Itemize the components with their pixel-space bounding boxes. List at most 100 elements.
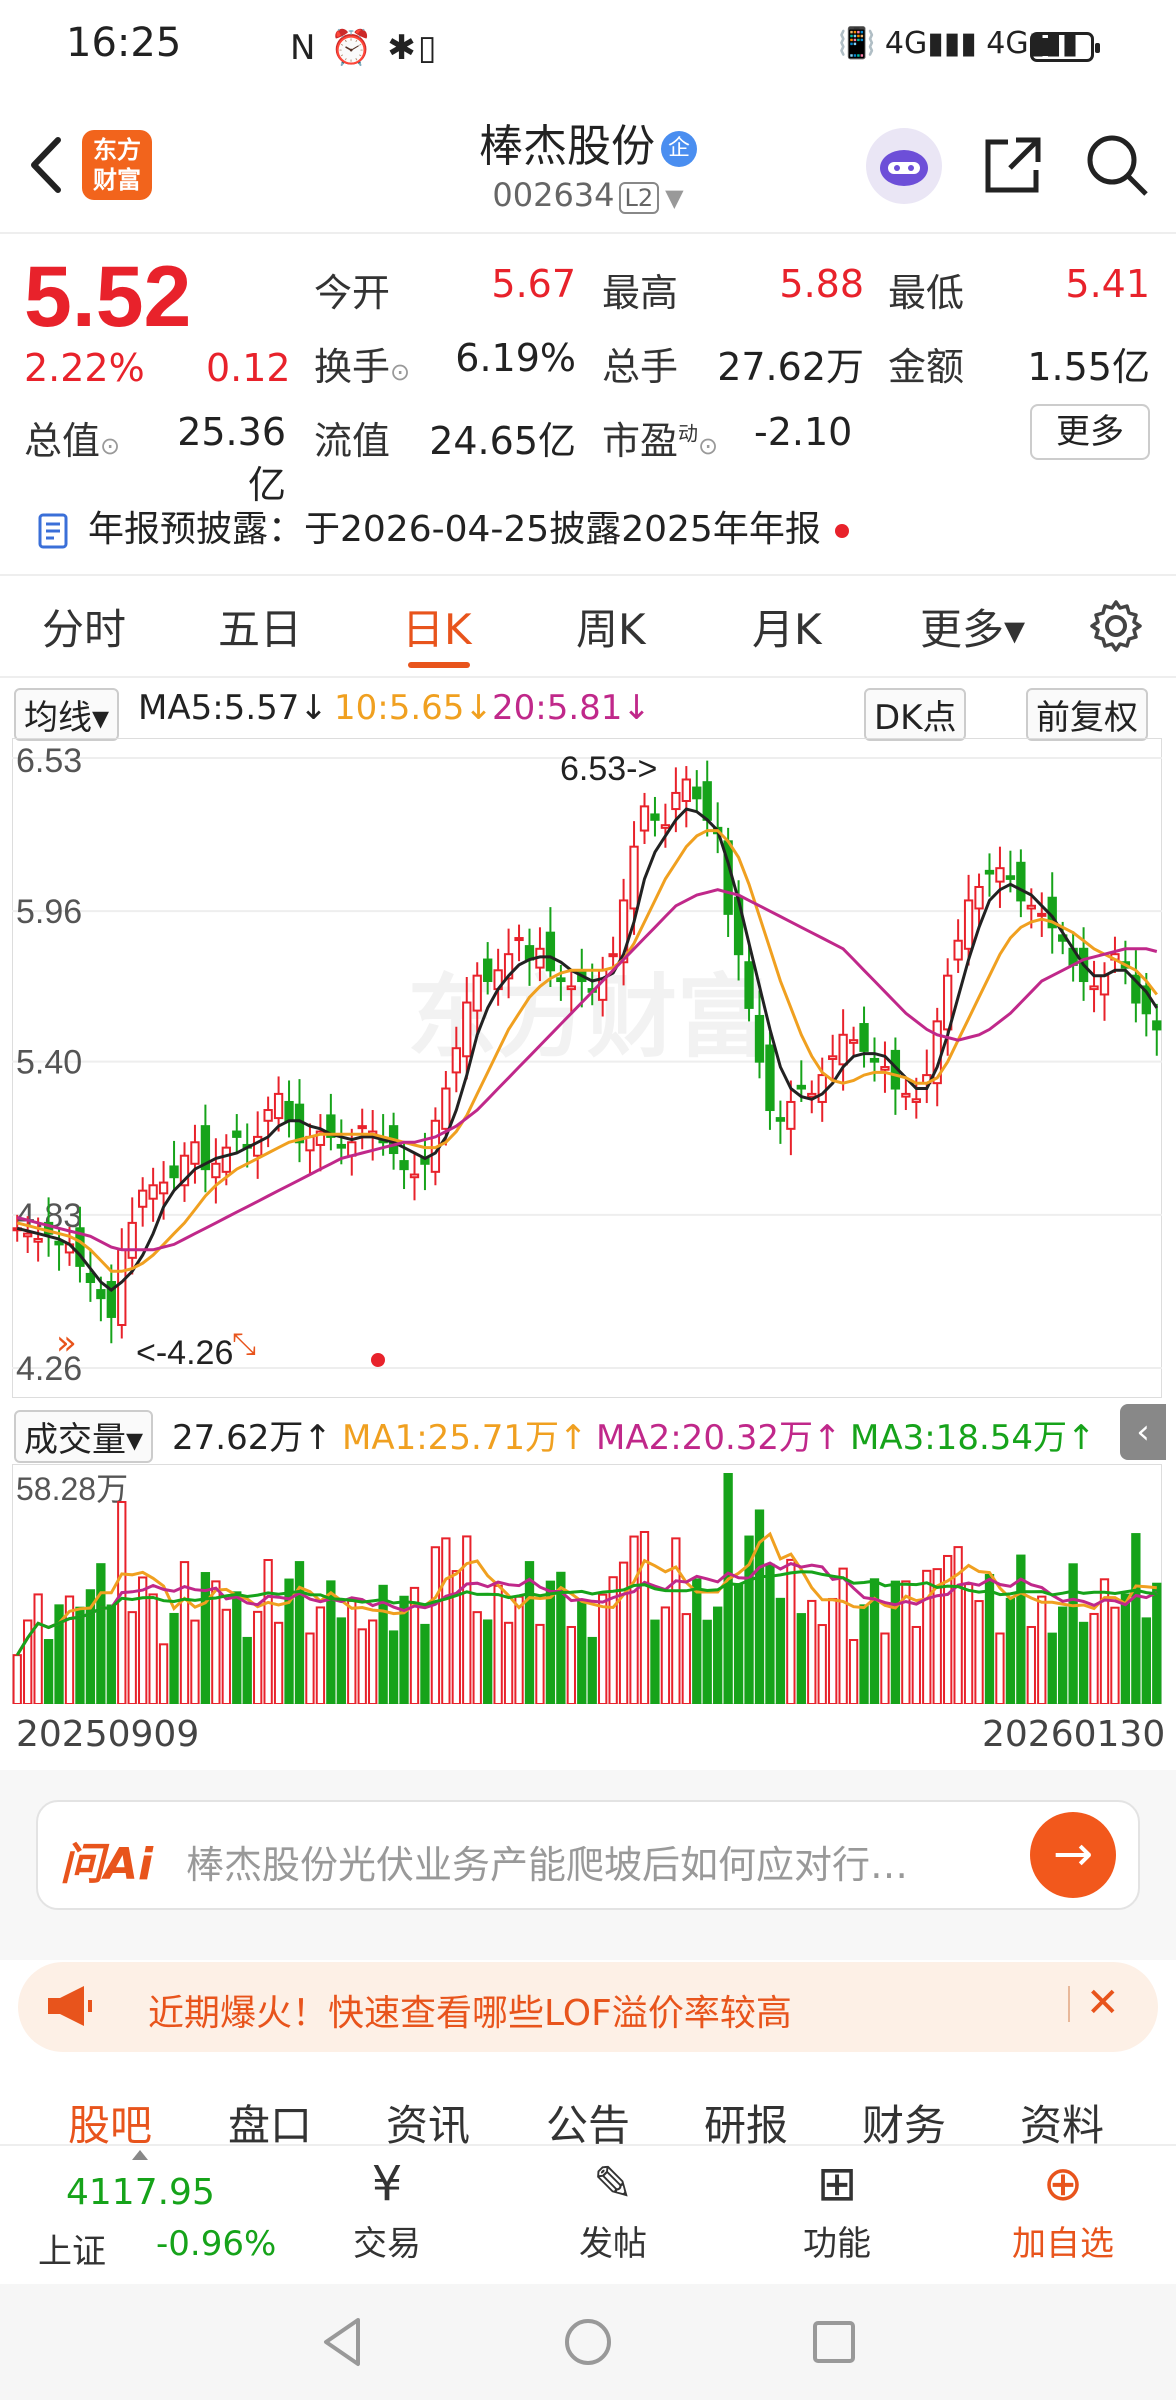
volume-bar	[524, 1561, 535, 1704]
caret-down-icon: ▼	[665, 184, 684, 212]
candle-body	[629, 845, 639, 910]
grid-icon: ⊞	[816, 2156, 858, 2212]
candle-body	[744, 961, 754, 1009]
nav-home-icon[interactable]	[562, 2316, 614, 2368]
candle-body	[23, 1232, 33, 1238]
candle-body	[284, 1100, 294, 1122]
volume-bar	[671, 1537, 681, 1704]
volume-ma3: MA3:18.54万↑	[850, 1418, 1096, 1458]
volume-bar	[514, 1595, 524, 1704]
ai-question-placeholder[interactable]: 棒杰股份光伏业务产能爬坡后如何应对行…	[186, 1834, 908, 1889]
search-button[interactable]	[1084, 132, 1150, 198]
post-button[interactable]: ✎ 发帖	[538, 2152, 688, 2265]
candle-body	[984, 869, 995, 875]
candle-body	[796, 1084, 806, 1090]
index-change[interactable]: -0.96%	[156, 2224, 276, 2264]
share-button[interactable]	[980, 132, 1046, 198]
volume-bar	[96, 1563, 106, 1704]
edit-icon: ✎	[592, 2156, 634, 2212]
info-icon: ⊙	[698, 432, 719, 460]
volume-bar	[336, 1617, 346, 1704]
candle-body	[765, 1044, 775, 1112]
candle-body	[869, 1057, 880, 1063]
section-divider	[0, 574, 1176, 576]
candle-body	[54, 1240, 64, 1246]
trade-button[interactable]: ¥ 交易	[312, 2152, 462, 2265]
index-name[interactable]: 上证	[38, 2224, 106, 2273]
candle-body	[1016, 861, 1026, 902]
volume-bar	[859, 1604, 869, 1704]
tab-five-day[interactable]: 五日	[218, 596, 302, 657]
tab-more[interactable]: 更多▾	[920, 596, 1025, 657]
enterprise-badge: 企	[661, 131, 697, 167]
candle-body	[901, 1092, 911, 1098]
close-icon[interactable]: ✕	[1086, 1980, 1120, 2026]
candlestick-chart[interactable]: 6.535.965.404.834.26东方财富6.53-><-4.26» ⤡	[12, 738, 1162, 1398]
candle-body	[880, 1066, 890, 1071]
volume-bar	[577, 1599, 587, 1704]
volume-bar	[1047, 1632, 1057, 1704]
candle-body	[838, 1033, 848, 1066]
candle-body	[786, 1100, 796, 1130]
volume-bar	[127, 1611, 137, 1704]
volume-bar	[922, 1569, 932, 1704]
mktcap-label: 总值⊙	[24, 419, 121, 463]
volume-bar	[618, 1561, 629, 1704]
ma-selector[interactable]: 均线▾	[14, 688, 120, 741]
candle-body	[702, 781, 712, 821]
candle-body	[336, 1143, 346, 1149]
float-label: 流值	[314, 419, 391, 463]
volume-bar	[890, 1580, 901, 1704]
volume-bar	[796, 1613, 806, 1704]
candle-body	[639, 805, 650, 832]
volume-current: 27.62万↑	[172, 1418, 332, 1458]
open-label: 今开	[314, 271, 391, 315]
candle-body	[681, 778, 691, 802]
volume-bar	[566, 1625, 576, 1704]
assistant-avatar[interactable]	[866, 128, 942, 204]
volume-bar	[441, 1537, 451, 1704]
candle-body	[911, 1098, 921, 1103]
nav-back-icon[interactable]	[318, 2314, 366, 2370]
dk-point-button[interactable]: DK点	[864, 688, 967, 741]
promo-divider	[1068, 1986, 1070, 2022]
yen-refresh-icon: ¥	[371, 2156, 403, 2212]
add-watchlist-button[interactable]: ⊕ 加自选	[988, 2152, 1138, 2265]
amount-value: 1.55亿	[1027, 345, 1150, 389]
candle-body	[1005, 875, 1016, 880]
adjust-button[interactable]: 前复权	[1026, 688, 1148, 741]
tab-monthly-k[interactable]: 月K	[752, 596, 822, 657]
volume-chart[interactable]: 58.28万	[12, 1464, 1162, 1704]
candle-body	[451, 1047, 461, 1074]
tab-weekly-k[interactable]: 周K	[576, 596, 646, 657]
tab-intraday[interactable]: 分时	[42, 596, 126, 657]
annual-report-notice[interactable]: 年报预披露：于2026-04-25披露2025年年报	[36, 500, 849, 552]
tab-daily-k[interactable]: 日K	[402, 596, 472, 657]
pe-label: 市盈动⊙	[602, 419, 719, 463]
open-value: 5.67	[491, 262, 576, 306]
candle-body	[409, 1173, 420, 1179]
candle-body	[273, 1092, 284, 1120]
candle-body	[263, 1109, 273, 1122]
volume-bar	[828, 1597, 838, 1704]
index-value[interactable]: 4117.95	[66, 2172, 215, 2213]
volume-selector[interactable]: 成交量▾	[14, 1410, 154, 1463]
active-tab-indicator	[408, 662, 470, 668]
battery-icon	[1030, 32, 1100, 62]
volume-bar	[848, 1639, 859, 1704]
more-button[interactable]: 更多	[1030, 404, 1150, 460]
ai-submit-button[interactable]: →	[1030, 1812, 1116, 1898]
expand-arrow-icon[interactable]	[132, 2150, 148, 2160]
candle-body	[85, 1272, 96, 1284]
chart-settings-button[interactable]	[1088, 598, 1144, 654]
volume-bar	[713, 1606, 723, 1704]
nav-recents-icon[interactable]	[810, 2318, 858, 2366]
pe-value: -2.10	[754, 410, 853, 454]
functions-button[interactable]: ⊞ 功能	[762, 2152, 912, 2265]
candle-body	[441, 1087, 451, 1130]
volume-header: 成交量▾ 27.62万↑ MA1:25.71万↑ MA2:20.32万↑ MA3…	[0, 1402, 1176, 1463]
candle-body	[692, 786, 702, 800]
collapse-panel-button[interactable]: ‹	[1120, 1404, 1166, 1460]
y-tick-label: 5.96	[16, 893, 82, 931]
volume-bar	[1152, 1582, 1162, 1704]
